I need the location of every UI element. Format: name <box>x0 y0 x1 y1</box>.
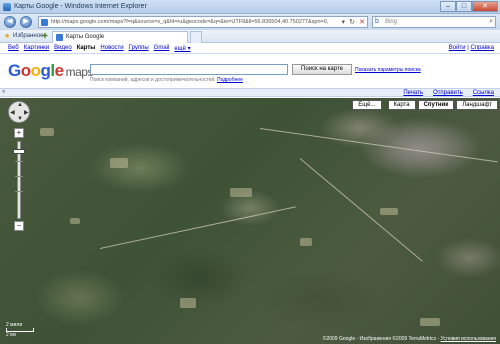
map-scale: 2 мили 2 км <box>6 322 34 338</box>
nav-link-images[interactable]: Картинки <box>24 45 49 52</box>
forward-button[interactable]: ▶ <box>20 16 32 28</box>
window-title: Карты Google - Windows Internet Explorer <box>14 3 147 10</box>
favorites-bar: ★ Избранное ✚ Карты Google <box>0 30 500 43</box>
login-link[interactable]: Войти <box>449 45 466 51</box>
map-actions: Печать Отправить Ссылка <box>403 90 494 96</box>
zoom-slider-thumb[interactable] <box>13 149 25 154</box>
pan-right-icon[interactable]: ▶ <box>24 109 29 116</box>
map-type-terrain[interactable]: Ландшафт <box>456 100 498 110</box>
google-favicon-icon <box>41 19 48 26</box>
refresh-icon[interactable]: ↻ <box>349 18 355 26</box>
add-favorite-icon[interactable]: ✚ <box>42 32 48 40</box>
map-field <box>380 208 398 215</box>
send-link[interactable]: Отправить <box>433 90 463 96</box>
map-field <box>420 318 440 326</box>
google-nav-bar: Веб Картинки Видео Карты Новости Группы … <box>0 43 500 54</box>
page-content: Веб Картинки Видео Карты Новости Группы … <box>0 43 500 344</box>
dropdown-icon[interactable]: ▾ <box>341 18 345 26</box>
google-maps-logo[interactable]: Google maps <box>8 61 93 81</box>
new-tab-button[interactable] <box>190 31 202 43</box>
help-link[interactable]: Справка <box>470 45 494 51</box>
terms-link[interactable]: Условия использования <box>441 336 497 342</box>
zoom-control: ▲ ◀ ▶ ▼ + − <box>8 101 32 231</box>
zoom-tick <box>15 176 23 177</box>
nav-link-news[interactable]: Новости <box>100 45 123 52</box>
nav-link-groups[interactable]: Группы <box>129 45 149 52</box>
satellite-map[interactable]: ▲ ◀ ▶ ▼ + − Ещё... Карта Спутник Ландшаф… <box>0 98 500 344</box>
map-link-bar: « Печать Отправить Ссылка <box>0 88 500 97</box>
copyright-text: ©2009 Google - Изображения ©2009 TerraMe… <box>322 336 440 342</box>
minimize-button[interactable]: – <box>440 1 456 12</box>
account-links: Войти | Справка <box>448 45 494 51</box>
map-field <box>40 128 54 136</box>
map-field <box>110 158 128 168</box>
map-road <box>99 206 296 249</box>
browser-tab[interactable]: Карты Google <box>52 31 188 43</box>
collapse-panel-icon[interactable]: « <box>2 89 5 95</box>
search-placeholder: Bing <box>385 19 398 25</box>
favorites-star-icon[interactable]: ★ <box>4 32 10 40</box>
search-box[interactable]: b Bing ⌕ <box>372 16 496 28</box>
print-link[interactable]: Печать <box>403 90 423 96</box>
pan-up-icon[interactable]: ▲ <box>17 102 23 108</box>
nav-link-gmail[interactable]: Gmail <box>154 45 170 52</box>
search-hint: Поиск компаний, адресов и достопримечате… <box>90 77 243 83</box>
scale-km: 2 км <box>6 332 16 338</box>
zoom-in-button[interactable]: + <box>14 128 24 138</box>
zoom-tick <box>15 191 23 192</box>
back-button[interactable]: ◀ <box>4 16 16 28</box>
map-type-control: Ещё... Карта Спутник Ландшафт <box>352 100 498 110</box>
window-controls: – □ ✕ <box>440 1 498 12</box>
more-layers-button[interactable]: Ещё... <box>352 100 382 110</box>
google-nav-links: Веб Картинки Видео Карты Новости Группы … <box>8 45 191 52</box>
map-field <box>300 238 312 246</box>
tab-favicon-icon <box>56 34 63 41</box>
search-map-button[interactable]: Поиск на карте <box>292 64 352 75</box>
map-type-satellite[interactable]: Спутник <box>417 100 455 110</box>
pan-control[interactable]: ▲ ◀ ▶ ▼ <box>8 101 30 123</box>
zoom-tick <box>15 161 23 162</box>
more-info-link[interactable]: Подробнее <box>217 77 243 83</box>
maps-search-input[interactable] <box>90 64 288 75</box>
url-text: http://maps.google.com/maps?f=q&source=s… <box>51 19 329 25</box>
tab-label: Карты Google <box>66 34 105 40</box>
nav-link-video[interactable]: Видео <box>54 45 72 52</box>
maximize-button[interactable]: □ <box>456 1 472 12</box>
map-type-map[interactable]: Карта <box>387 100 416 110</box>
nav-link-maps: Карты <box>76 45 96 51</box>
map-field <box>180 298 196 308</box>
window-titlebar: Карты Google - Windows Internet Explorer… <box>0 0 500 14</box>
map-field <box>70 218 80 224</box>
search-hint-text: Поиск компаний, адресов и достопримечате… <box>90 77 216 83</box>
url-field[interactable]: http://maps.google.com/maps?f=q&source=s… <box>38 16 368 28</box>
close-button[interactable]: ✕ <box>472 1 498 12</box>
stop-icon[interactable]: ✕ <box>359 18 365 26</box>
nav-link-more[interactable]: ещё ▾ <box>174 45 190 52</box>
nav-link-web[interactable]: Веб <box>8 45 19 52</box>
bing-icon: b <box>375 18 379 25</box>
link-link[interactable]: Ссылка <box>473 90 494 96</box>
pan-left-icon[interactable]: ◀ <box>10 109 15 116</box>
favorites-button[interactable]: Избранное <box>13 33 43 39</box>
show-search-options-link[interactable]: Показать параметры поиска <box>355 67 421 73</box>
search-icon[interactable]: ⌕ <box>489 18 493 26</box>
address-bar: ◀ ▶ http://maps.google.com/maps?f=q&sour… <box>0 14 500 30</box>
map-field <box>230 188 252 197</box>
map-copyright: ©2009 Google - Изображения ©2009 TerraMe… <box>323 336 496 342</box>
zoom-out-button[interactable]: − <box>14 221 24 231</box>
ie-icon <box>3 3 11 11</box>
map-road <box>259 128 498 163</box>
pan-down-icon[interactable]: ▼ <box>17 116 23 122</box>
map-road <box>299 158 423 262</box>
